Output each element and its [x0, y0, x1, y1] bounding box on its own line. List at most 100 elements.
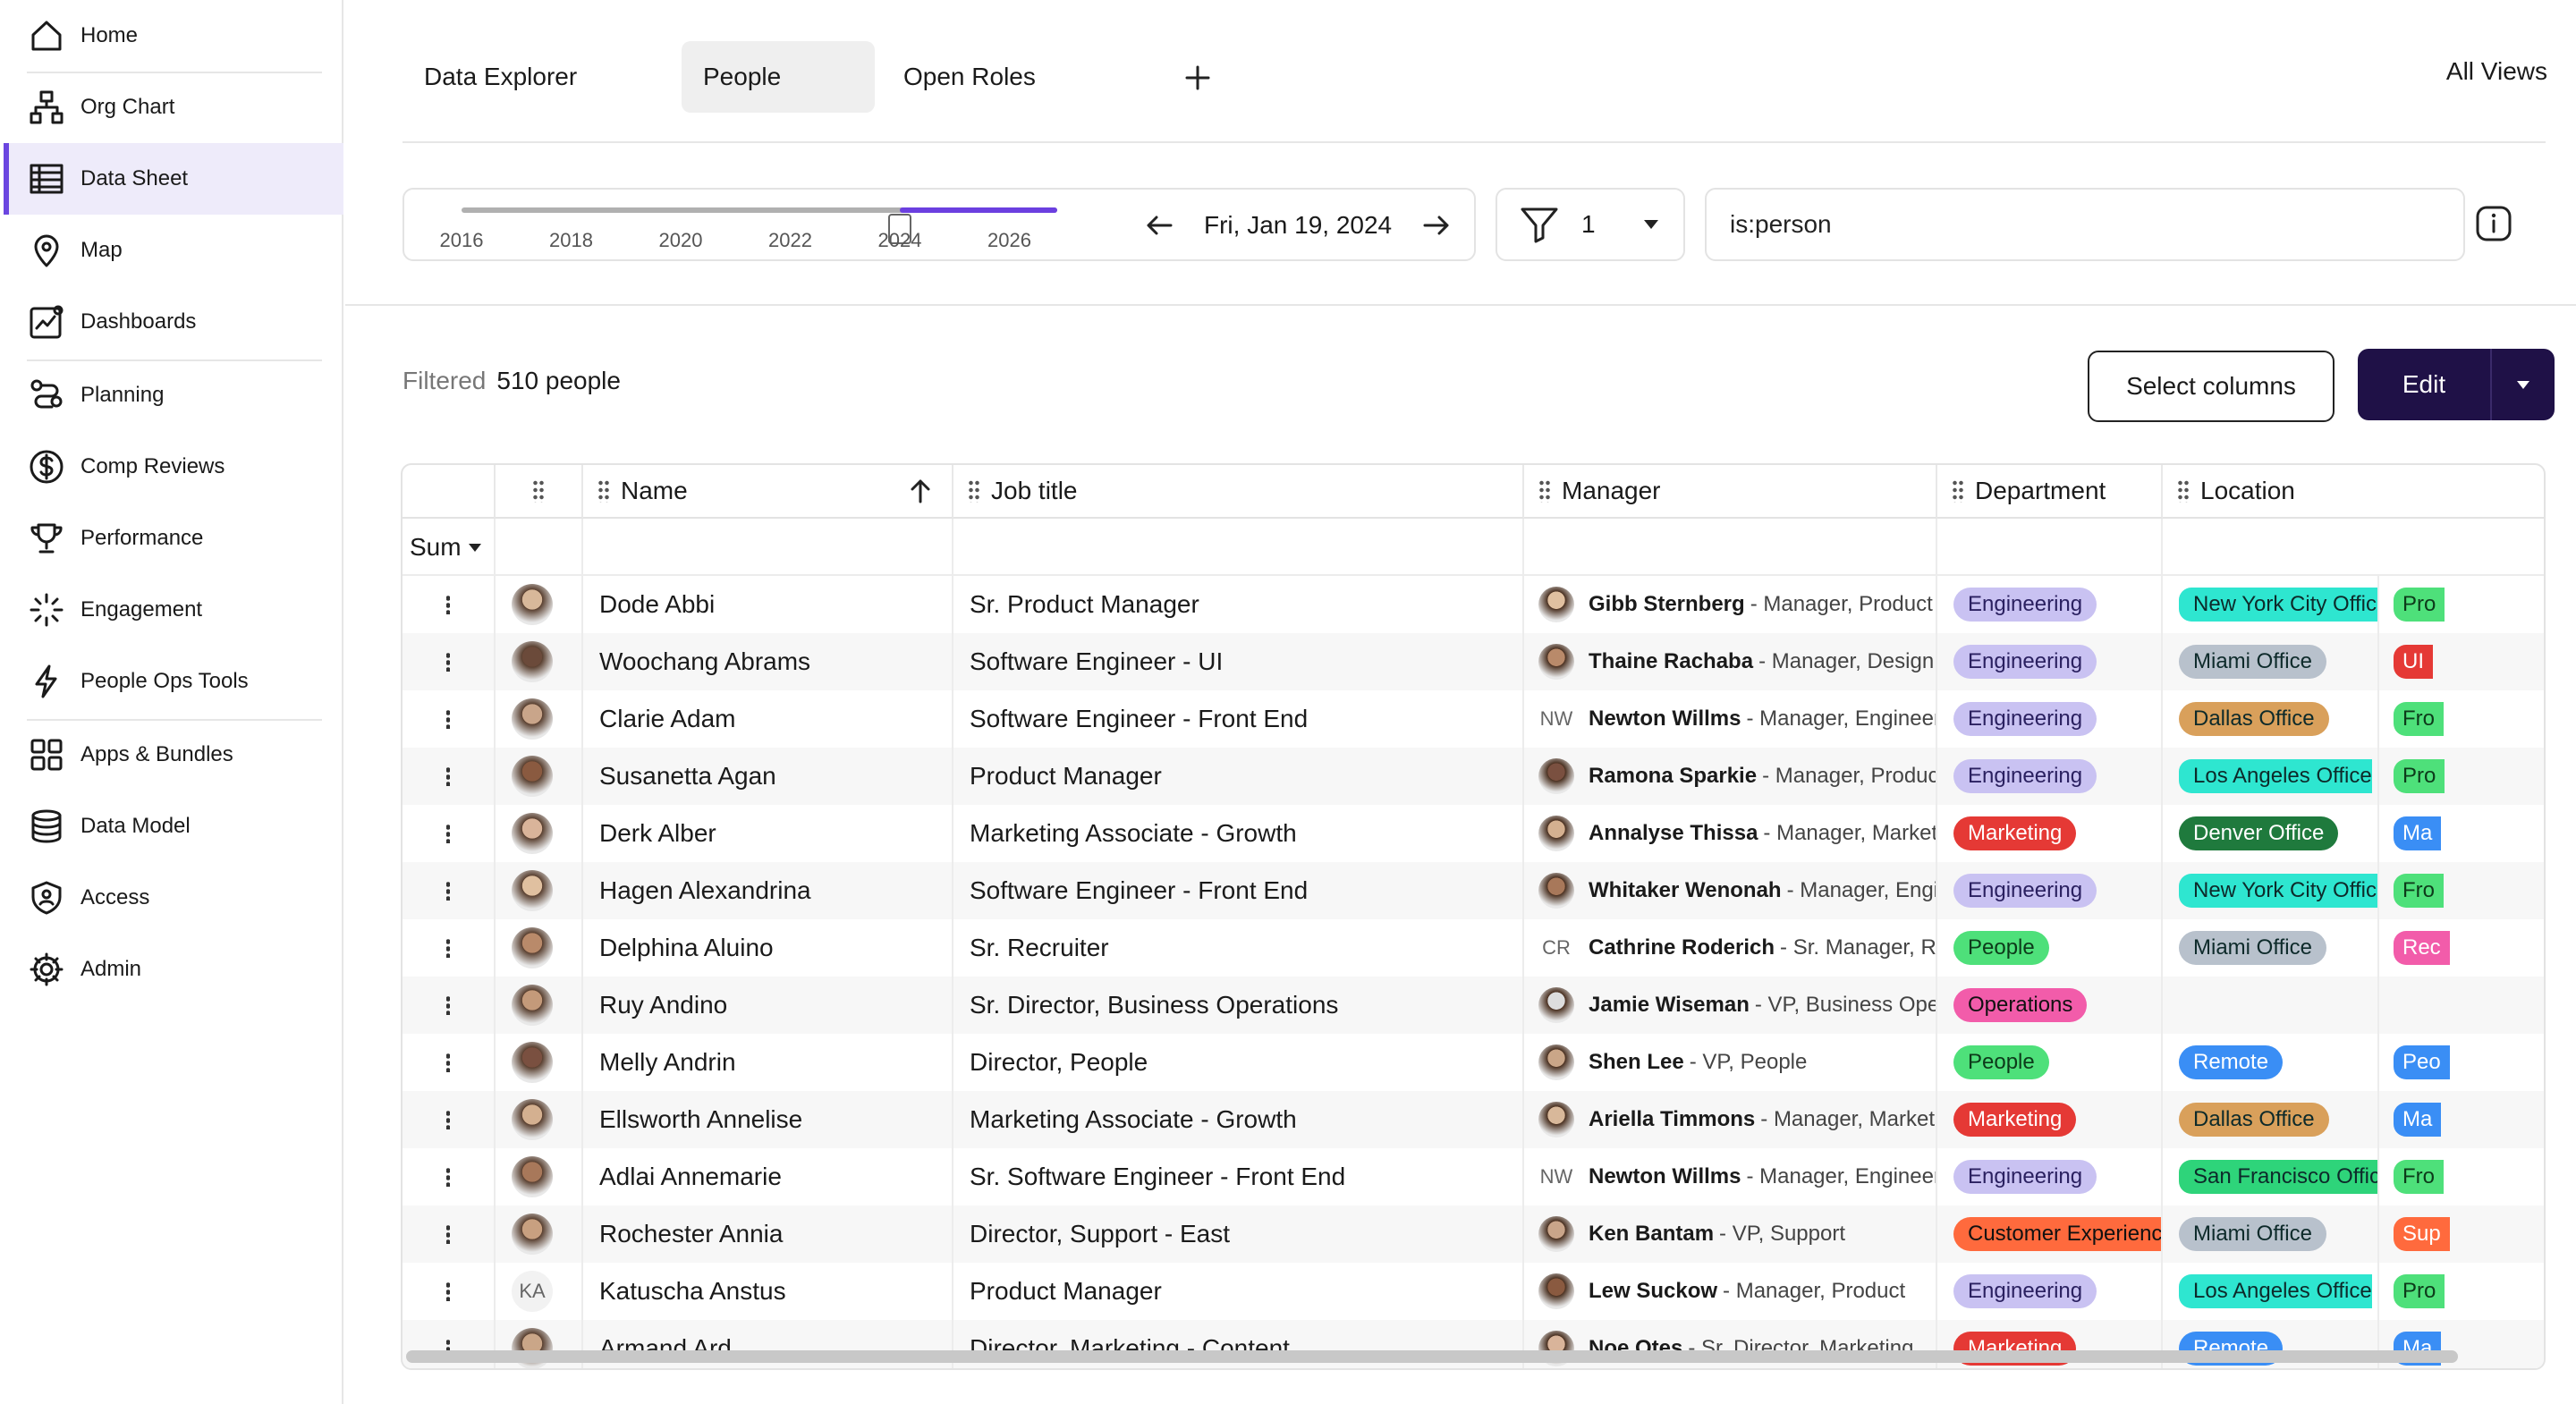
manager-cell[interactable]: Lew Suckow - Manager, Product [1524, 1263, 1937, 1320]
tab-data-explorer[interactable]: Data Explorer [402, 41, 598, 113]
manager-cell[interactable]: Ariella Timmons- Manager, Marketing [1524, 1091, 1937, 1148]
department-badge[interactable]: Engineering [1953, 874, 2097, 908]
drag-handle-header[interactable] [496, 465, 583, 519]
manager-cell[interactable]: Ken Bantam - VP, Support [1524, 1205, 1937, 1263]
location-badge[interactable]: Miami Office [2179, 1217, 2326, 1251]
row-menu-button[interactable] [402, 919, 496, 977]
column-header-department[interactable]: Department [1937, 465, 2163, 519]
sidebar-item-data-model[interactable]: Data Model [4, 791, 343, 862]
row-menu-button[interactable] [402, 576, 496, 633]
department-badge[interactable]: People [1953, 931, 2049, 965]
avatar[interactable] [512, 813, 553, 854]
sidebar-item-access[interactable]: Access [4, 862, 343, 934]
location-badge[interactable]: New York City Office [2179, 588, 2377, 622]
avatar[interactable] [512, 756, 553, 797]
department-badge[interactable]: People [1953, 1045, 2049, 1079]
manager-cell[interactable]: Whitaker Wenonah- Manager, Engineering [1524, 862, 1937, 919]
avatar[interactable] [512, 1099, 553, 1140]
team-badge[interactable]: Ma [2394, 816, 2442, 850]
row-menu-button[interactable] [402, 690, 496, 748]
team-badge[interactable]: Sup [2394, 1217, 2450, 1251]
manager-cell[interactable]: Jamie Wiseman- VP, Business Operations [1524, 977, 1937, 1034]
department-badge[interactable]: Engineering [1953, 702, 2097, 736]
avatar[interactable] [512, 698, 553, 740]
team-badge[interactable]: Fro [2394, 1160, 2444, 1194]
person-name[interactable]: Adlai Annemarie [583, 1148, 953, 1205]
add-tab-button[interactable] [1175, 55, 1220, 100]
sidebar-item-home[interactable]: Home [4, 0, 343, 72]
avatar[interactable]: KA [512, 1271, 553, 1312]
row-menu-button[interactable] [402, 862, 496, 919]
location-badge[interactable]: Dallas Office [2179, 1103, 2329, 1137]
sidebar-item-dashboards[interactable]: Dashboards [4, 286, 343, 358]
all-views-link[interactable]: All Views [2446, 57, 2547, 86]
location-badge[interactable]: Los Angeles Office [2179, 1274, 2372, 1308]
department-badge[interactable]: Operations [1953, 988, 2088, 1022]
select-columns-button[interactable]: Select columns [2088, 351, 2334, 422]
person-name[interactable]: Melly Andrin [583, 1034, 953, 1091]
avatar[interactable] [512, 584, 553, 625]
avatar[interactable] [512, 870, 553, 911]
avatar[interactable] [512, 1156, 553, 1197]
team-badge[interactable]: Pro [2394, 759, 2445, 793]
team-badge[interactable]: Fro [2394, 874, 2444, 908]
row-menu-button[interactable] [402, 977, 496, 1034]
location-badge[interactable]: Remote [2179, 1045, 2284, 1079]
department-badge[interactable]: Engineering [1953, 588, 2097, 622]
column-header-manager[interactable]: Manager [1524, 465, 1937, 519]
avatar[interactable] [512, 985, 553, 1026]
sort-ascending-icon[interactable] [909, 478, 932, 503]
avatar[interactable] [512, 641, 553, 682]
department-badge[interactable]: Engineering [1953, 1274, 2097, 1308]
person-name[interactable]: Rochester Annia [583, 1205, 953, 1263]
filter-button[interactable]: 1 [1496, 188, 1685, 261]
sidebar-item-performance[interactable]: Performance [4, 503, 343, 574]
row-menu-button[interactable] [402, 1263, 496, 1320]
team-badge[interactable]: Ma [2394, 1103, 2442, 1137]
sidebar-item-people-ops-tools[interactable]: People Ops Tools [4, 646, 343, 717]
person-name[interactable]: Dode Abbi [583, 576, 953, 633]
location-badge[interactable]: New York City Office [2179, 874, 2377, 908]
sidebar-item-comp-reviews[interactable]: Comp Reviews [4, 431, 343, 503]
current-date[interactable]: Fri, Jan 19, 2024 [1204, 211, 1392, 240]
avatar[interactable] [512, 1042, 553, 1083]
department-badge[interactable]: Customer Experience [1953, 1217, 2161, 1251]
location-badge[interactable]: Miami Office [2179, 645, 2326, 679]
person-name[interactable]: Katuscha Anstus [583, 1263, 953, 1320]
avatar[interactable] [512, 1214, 553, 1255]
department-badge[interactable]: Marketing [1953, 816, 2077, 850]
row-menu-button[interactable] [402, 1205, 496, 1263]
manager-cell[interactable]: CR Cathrine Roderich- Sr. Manager, Recrui… [1524, 919, 1937, 977]
manager-cell[interactable]: NW Newton Willms- Manager, Engineering [1524, 1148, 1937, 1205]
team-badge[interactable]: Pro [2394, 588, 2445, 622]
timeline-track[interactable] [462, 207, 1057, 244]
location-badge[interactable]: Los Angeles Office [2179, 759, 2372, 793]
location-badge[interactable]: Denver Office [2179, 816, 2339, 850]
sidebar-item-planning[interactable]: Planning [4, 359, 343, 431]
column-header-job-title[interactable]: Job title [953, 465, 1524, 519]
sidebar-item-admin[interactable]: Admin [4, 934, 343, 1005]
avatar[interactable] [512, 1328, 553, 1368]
person-name[interactable]: Ruy Andino [583, 977, 953, 1034]
person-name[interactable]: Clarie Adam [583, 690, 953, 748]
manager-cell[interactable]: Annalyse Thissa- Manager, Marketing [1524, 805, 1937, 862]
row-menu-button[interactable] [402, 1148, 496, 1205]
tab-people[interactable]: People [682, 41, 875, 113]
edit-dropdown-button[interactable] [2492, 378, 2555, 391]
location-badge[interactable]: San Francisco Office [2179, 1160, 2377, 1194]
sum-dropdown[interactable]: Sum [402, 519, 496, 576]
avatar[interactable] [512, 927, 553, 968]
row-menu-button[interactable] [402, 1034, 496, 1091]
person-name[interactable]: Hagen Alexandrina [583, 862, 953, 919]
manager-cell[interactable]: Ramona Sparkie - Manager, Product [1524, 748, 1937, 805]
column-header-location[interactable]: Location [2163, 465, 2544, 519]
edit-button[interactable]: Edit [2358, 370, 2490, 399]
column-header-name[interactable]: Name [583, 465, 953, 519]
row-menu-button[interactable] [402, 748, 496, 805]
team-badge[interactable]: UI [2394, 645, 2433, 679]
team-badge[interactable]: Pro [2394, 1274, 2445, 1308]
manager-cell[interactable]: NW Newton Willms- Manager, Engineering [1524, 690, 1937, 748]
team-badge[interactable]: Peo [2394, 1045, 2450, 1079]
info-button[interactable] [2472, 202, 2515, 245]
location-badge[interactable]: Dallas Office [2179, 702, 2329, 736]
